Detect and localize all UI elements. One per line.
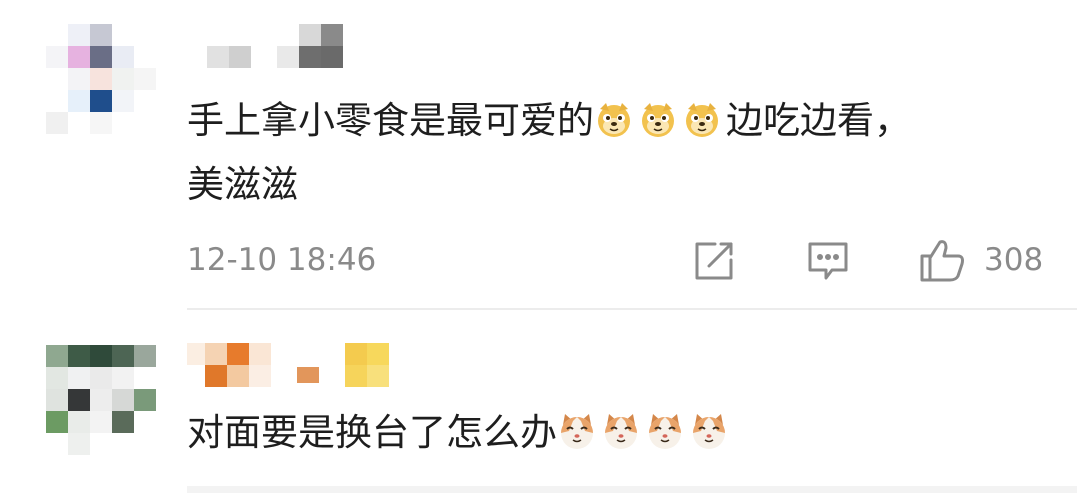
comment-text-part: 对面要是换台了怎么办: [187, 411, 557, 454]
comment-text-line2: 美滋滋: [187, 163, 298, 206]
comment-text: 手上拿小零食是最可爱的 边吃边看，: [187, 88, 911, 154]
timestamp: 12-10 18:46: [187, 242, 377, 278]
cat-emoji: [693, 414, 725, 449]
username[interactable]: [187, 22, 367, 72]
comment-text-part: 手上拿小零食是最可爱的: [187, 99, 594, 142]
comment-text: 对面要是换台了怎么办: [187, 400, 733, 466]
like-count: 308: [984, 242, 1044, 278]
comment-icon[interactable]: [806, 240, 850, 284]
divider: [187, 486, 1077, 493]
avatar[interactable]: [46, 24, 162, 140]
repost-icon[interactable]: [693, 240, 735, 282]
doge-emoji: [598, 103, 630, 137]
like-icon[interactable]: [918, 236, 966, 284]
cat-emoji: [649, 414, 681, 449]
cat-emoji: [561, 414, 593, 449]
comment-text-part: 边吃边看，: [726, 99, 911, 142]
doge-emoji: [686, 103, 718, 137]
doge-emoji: [642, 103, 674, 137]
cat-emoji: [605, 414, 637, 449]
avatar[interactable]: [46, 345, 162, 461]
username[interactable]: [187, 343, 407, 393]
divider: [187, 308, 1077, 310]
